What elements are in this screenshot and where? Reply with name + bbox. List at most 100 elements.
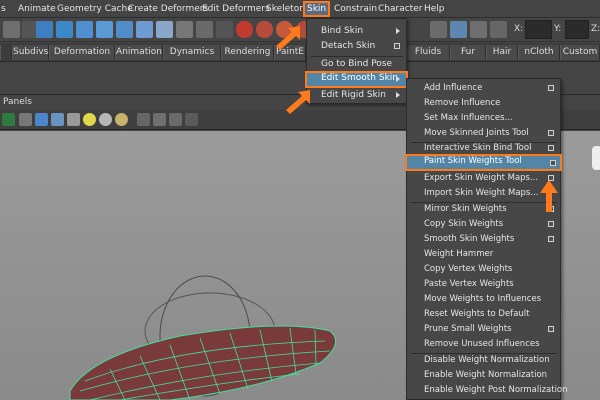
render-view-icon[interactable] — [430, 21, 447, 38]
enable-weight-normalization-item[interactable]: Enable Weight Normalization — [407, 368, 560, 383]
y-input[interactable] — [565, 20, 589, 39]
default-light-icon[interactable] — [83, 113, 96, 126]
flat-shade-icon[interactable] — [51, 113, 64, 126]
misc-mask-icon[interactable] — [216, 21, 233, 38]
option-box-icon[interactable] — [548, 130, 554, 136]
bind-skin-label: Bind Skin — [321, 26, 364, 36]
menu-item-label: Import Skin Weight Maps... — [424, 188, 539, 198]
edit-rigid-skin-item[interactable]: Edit Rigid Skin — [307, 88, 406, 103]
option-box-icon[interactable] — [548, 85, 554, 91]
paste-vertex-weights-item[interactable]: Paste Vertex Weights — [407, 277, 560, 292]
graph-icon[interactable] — [185, 113, 198, 126]
menu-skeleton[interactable]: Skeleton — [266, 3, 305, 16]
callout-arrow-icon — [540, 180, 558, 212]
xray-joints-icon[interactable] — [169, 113, 182, 126]
curve-mask-icon[interactable] — [136, 21, 153, 38]
prune-small-weights-item[interactable]: Prune Small Weights — [407, 322, 560, 337]
tab-fluids[interactable]: Fluids — [406, 45, 450, 60]
smooth-skin-weights-item[interactable]: Smooth Skin Weights — [407, 232, 560, 247]
x-input[interactable] — [525, 20, 552, 39]
copy-skin-weights-item[interactable]: Copy Skin Weights — [407, 217, 560, 232]
disable-weight-normalization-item[interactable]: Disable Weight Normalization — [407, 353, 560, 368]
menu-item-label: Add Influence — [424, 83, 483, 93]
select-component-icon[interactable] — [76, 21, 93, 38]
option-box-icon[interactable] — [548, 236, 554, 242]
menu-character[interactable]: Character — [378, 3, 422, 16]
textured-icon[interactable] — [67, 113, 80, 126]
move-skinned-joints-tool-item[interactable]: Move Skinned Joints Tool — [407, 126, 560, 141]
menu-item-label: Enable Weight Post Normalization — [424, 385, 568, 395]
render-settings-icon[interactable] — [490, 21, 507, 38]
isolate-select-icon[interactable] — [137, 113, 150, 126]
export-skin-weight-maps-item[interactable]: Export Skin Weight Maps... — [407, 171, 560, 186]
surface-mask-icon[interactable] — [116, 21, 133, 38]
menu-item-label: Disable Weight Normalization — [424, 355, 550, 365]
tab-deformation[interactable]: Deformation — [49, 45, 115, 60]
tab-custom[interactable]: Custom — [560, 45, 600, 60]
menu-skin[interactable]: Skin — [303, 1, 331, 17]
tab-dynamics[interactable]: Dynamics — [163, 45, 221, 60]
edit-smooth-skin-label: Edit Smooth Skin — [321, 73, 399, 83]
tab-rendering[interactable]: Rendering — [221, 45, 274, 60]
paint-skin-weights-tool-item[interactable]: Paint Skin Weights Tool — [405, 154, 562, 171]
menu-item-label: Weight Hammer — [424, 249, 494, 259]
panels-menu[interactable]: Panels — [3, 97, 32, 107]
deformer-mask-icon[interactable] — [156, 21, 173, 38]
move-weights-to-influences-item[interactable]: Move Weights to Influences — [407, 292, 560, 307]
menu-geometry-cache[interactable]: Geometry Cache — [57, 3, 133, 16]
shelf-tab-menu[interactable] — [0, 45, 12, 60]
tab-animation[interactable]: Animation — [115, 45, 163, 60]
enable-weight-post-normalization-item[interactable]: Enable Weight Post Normalization — [407, 383, 568, 398]
add-influence-item[interactable]: Add Influence — [407, 81, 560, 96]
option-box-icon[interactable] — [548, 145, 554, 151]
tab-ncloth[interactable]: nCloth — [518, 45, 560, 60]
callout-arrow-icon — [286, 90, 310, 114]
set-max-influences-item[interactable]: Set Max Influences... — [407, 111, 560, 126]
tab-fur[interactable]: Fur — [450, 45, 486, 60]
mirror-skin-weights-item[interactable]: Mirror Skin Weights — [407, 202, 560, 217]
menu-constrain[interactable]: Constrain — [334, 3, 377, 16]
option-box-icon[interactable] — [394, 43, 400, 49]
xray-icon[interactable] — [153, 113, 166, 126]
pick-mask-icon[interactable] — [96, 21, 113, 38]
camera-attributes-icon[interactable] — [2, 113, 15, 126]
render-icon[interactable] — [450, 21, 467, 38]
option-box-icon[interactable] — [550, 160, 556, 166]
snap-grid-icon[interactable] — [236, 21, 253, 38]
menu-partial[interactable]: s — [1, 3, 6, 16]
tab-hair[interactable]: Hair — [486, 45, 518, 60]
import-skin-weight-maps-item[interactable]: Import Skin Weight Maps... — [407, 186, 560, 201]
menu-animate[interactable]: Animate — [18, 3, 56, 16]
option-box-icon[interactable] — [548, 221, 554, 227]
menu-item-label: Prune Small Weights — [424, 324, 512, 334]
all-lights-icon[interactable] — [99, 113, 112, 126]
edit-smooth-skin-item[interactable]: Edit Smooth Skin — [305, 71, 408, 88]
menu-item-label: Move Skinned Joints Tool — [424, 128, 529, 138]
ipr-render-icon[interactable] — [470, 21, 487, 38]
weight-hammer-item[interactable]: Weight Hammer — [407, 247, 560, 262]
reset-weights-to-default-item[interactable]: Reset Weights to Default — [407, 307, 560, 322]
shadows-icon[interactable] — [115, 113, 128, 126]
tab-subdivs[interactable]: Subdivs — [12, 45, 49, 60]
mode-icon[interactable] — [3, 21, 20, 38]
copy-vertex-weights-item[interactable]: Copy Vertex Weights — [407, 262, 560, 277]
option-box-icon[interactable] — [548, 326, 554, 332]
select-hierarchy-icon[interactable] — [36, 21, 53, 38]
go-to-bind-pose-item[interactable]: Go to Bind Pose — [307, 57, 406, 72]
bind-skin-item[interactable]: Bind Skin — [307, 24, 406, 39]
snap-curve-icon[interactable] — [256, 21, 273, 38]
menu-item-label: Set Max Influences... — [424, 113, 513, 123]
menu-help[interactable]: Help — [424, 3, 445, 16]
submenu-arrow-icon — [396, 92, 400, 98]
smooth-shade-icon[interactable] — [35, 113, 48, 126]
remove-influence-item[interactable]: Remove Influence — [407, 96, 560, 111]
remove-unused-influences-item[interactable]: Remove Unused Influences — [407, 337, 560, 352]
dynamics-mask-icon[interactable] — [176, 21, 193, 38]
wireframe-icon[interactable] — [19, 113, 32, 126]
go-to-bind-pose-label: Go to Bind Pose — [321, 59, 393, 69]
rendering-mask-icon[interactable] — [196, 21, 213, 38]
detach-skin-item[interactable]: Detach Skin — [307, 39, 406, 54]
menu-edit-deformers[interactable]: Edit Deformers — [202, 3, 270, 16]
select-object-icon[interactable] — [56, 21, 73, 38]
menu-create-deformers[interactable]: Create Deformers — [128, 3, 208, 16]
